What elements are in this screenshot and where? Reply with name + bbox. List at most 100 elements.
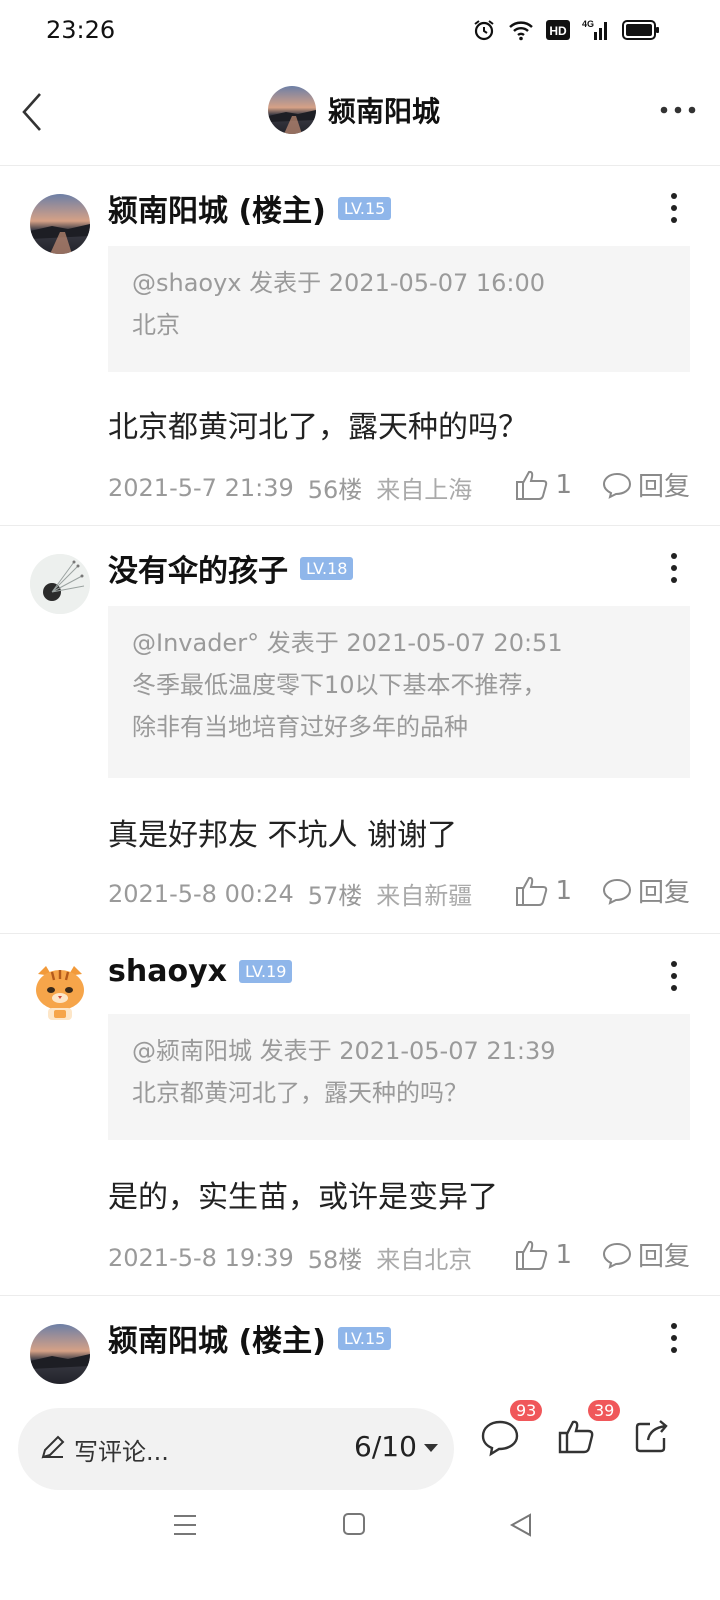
avatar[interactable] — [30, 554, 90, 614]
username[interactable]: 没有伞的孩子 — [108, 546, 288, 590]
more-vertical-icon — [671, 553, 677, 583]
post-menu-button[interactable] — [668, 550, 680, 586]
username[interactable]: 颍南阳城 (楼主) — [108, 186, 326, 230]
post-header: 颍南阳城 (楼主) LV.15 — [108, 1316, 392, 1360]
reply-feed[interactable]: 颍南阳城 (楼主) LV.15 @shaoyx 发表于 2021-05-07 1… — [0, 166, 720, 1384]
home-square-icon — [343, 1513, 365, 1535]
comments-button[interactable]: 93 — [480, 1400, 543, 1462]
back-triangle-icon — [509, 1513, 531, 1537]
back-nav-button[interactable] — [508, 1512, 534, 1542]
comment-placeholder: 写评论... — [74, 1438, 169, 1466]
comment-icon — [602, 472, 631, 499]
like-button[interactable]: 1 — [515, 469, 572, 501]
post-header: 没有伞的孩子 LV.18 — [108, 546, 354, 590]
post-actions: 1 回复 — [515, 1236, 690, 1273]
quote-header: @Invader° 发表于 2021-05-07 20:51 — [132, 629, 563, 657]
floor-number: 56楼 — [307, 476, 363, 504]
status-bar: 23:26 HD 4G — [0, 0, 720, 64]
wifi-icon — [508, 19, 534, 41]
thumbs-up-icon — [516, 470, 548, 500]
system-navigation-bar — [0, 1494, 720, 1600]
status-time: 23:26 — [46, 16, 116, 44]
quoted-post[interactable]: @Invader° 发表于 2021-05-07 20:51 冬季最低温度零下1… — [108, 606, 690, 778]
quote-text: 除非有当地培育过好多年的品种 — [132, 713, 468, 741]
post-meta: 2021-5-8 19:39 58楼 来自北京 — [108, 1240, 472, 1275]
page-selector[interactable]: 6/10 — [354, 1430, 417, 1463]
post-menu-button[interactable] — [668, 190, 680, 226]
quoted-post[interactable]: @shaoyx 发表于 2021-05-07 16:00 北京 — [108, 246, 690, 372]
share-icon — [635, 1420, 668, 1453]
reply-button[interactable]: 回复 — [602, 1236, 690, 1273]
post-header: shaoyx LV.19 — [108, 954, 293, 989]
username[interactable]: 颍南阳城 (楼主) — [108, 1316, 326, 1360]
floor-number: 58楼 — [307, 1246, 363, 1274]
menu-nav-button[interactable] — [172, 1512, 198, 1542]
status-icons: HD 4G — [472, 18, 660, 42]
battery-icon — [622, 20, 660, 40]
quote-text: 冬季最低温度零下10以下基本不推荐， — [132, 671, 547, 699]
post-origin: 来自北京 — [376, 1246, 473, 1274]
avatar[interactable] — [30, 962, 90, 1022]
reply-label: 回复 — [637, 1242, 690, 1272]
tiger-avatar-icon — [36, 966, 84, 1020]
post-menu-button[interactable] — [668, 1320, 680, 1356]
quote-header: @shaoyx 发表于 2021-05-07 16:00 — [132, 269, 546, 297]
post-origin: 来自新疆 — [376, 882, 473, 910]
bottom-toolbar: 写评论... 6/10 93 39 — [0, 1388, 720, 1494]
post-content: 真是好邦友 不坑人 谢谢了 — [108, 818, 458, 853]
alarm-icon — [472, 18, 496, 42]
like-count: 1 — [555, 469, 572, 500]
like-count: 1 — [555, 875, 572, 906]
more-vertical-icon — [671, 193, 677, 223]
thumbs-up-icon — [516, 1240, 548, 1270]
home-nav-button[interactable] — [342, 1512, 366, 1540]
share-button[interactable] — [634, 1418, 670, 1458]
list-item: 没有伞的孩子 LV.18 @Invader° 发表于 2021-05-07 20… — [0, 526, 720, 934]
floor-number: 57楼 — [307, 882, 363, 910]
level-badge: LV.15 — [337, 196, 392, 220]
svg-text:4G: 4G — [582, 19, 594, 29]
post-actions: 1 回复 — [515, 466, 690, 503]
quote-text: 北京都黄河北了，露天种的吗？ — [132, 1079, 468, 1107]
post-origin: 来自上海 — [376, 476, 473, 504]
username[interactable]: shaoyx — [108, 954, 227, 989]
avatar — [268, 86, 316, 134]
list-item: 颍南阳城 (楼主) LV.15 — [0, 1296, 720, 1384]
post-header: 颍南阳城 (楼主) LV.15 — [108, 186, 392, 230]
more-vertical-icon — [671, 1323, 677, 1353]
post-menu-button[interactable] — [668, 958, 680, 994]
reply-button[interactable]: 回复 — [602, 872, 690, 909]
list-item: 颍南阳城 (楼主) LV.15 @shaoyx 发表于 2021-05-07 1… — [0, 166, 720, 526]
post-content: 北京都黄河北了，露天种的吗？ — [108, 410, 528, 445]
more-dots-icon — [660, 106, 696, 114]
like-thread-button[interactable]: 39 — [558, 1400, 621, 1458]
like-count-badge: 39 — [588, 1400, 621, 1421]
post-meta: 2021-5-8 00:24 57楼 来自新疆 — [108, 876, 472, 911]
avatar[interactable] — [30, 194, 90, 254]
level-badge: LV.15 — [337, 1326, 392, 1350]
nav-bar: 颍南阳城 — [0, 70, 720, 166]
post-time: 2021-5-8 19:39 — [108, 1243, 294, 1272]
comment-input[interactable]: 写评论... 6/10 — [18, 1408, 454, 1490]
post-meta: 2021-5-7 21:39 56楼 来自上海 — [108, 470, 472, 505]
back-button[interactable] — [14, 88, 54, 136]
post-time: 2021-5-8 00:24 — [108, 879, 294, 908]
thread-header[interactable]: 颍南阳城 — [268, 86, 440, 134]
post-content: 是的，实生苗，或许是变异了 — [108, 1180, 498, 1215]
quoted-post[interactable]: @颍南阳城 发表于 2021-05-07 21:39 北京都黄河北了，露天种的吗… — [108, 1014, 690, 1140]
pencil-icon — [41, 1435, 65, 1459]
list-item: shaoyx LV.19 @颍南阳城 发表于 2021-05-07 21:39 … — [0, 934, 720, 1296]
like-button[interactable]: 1 — [515, 1239, 572, 1271]
avatar[interactable] — [30, 1324, 90, 1384]
like-button[interactable]: 1 — [515, 875, 572, 907]
caret-down-icon — [424, 1444, 438, 1452]
comment-icon — [602, 878, 631, 905]
reply-button[interactable]: 回复 — [602, 466, 690, 503]
reply-label: 回复 — [637, 472, 690, 502]
post-time: 2021-5-7 21:39 — [108, 473, 294, 502]
more-button[interactable] — [658, 98, 698, 122]
post-actions: 1 回复 — [515, 872, 690, 909]
quote-header: @颍南阳城 发表于 2021-05-07 21:39 — [132, 1037, 556, 1065]
page-title: 颍南阳城 — [328, 95, 441, 128]
hd-icon: HD — [546, 20, 570, 40]
